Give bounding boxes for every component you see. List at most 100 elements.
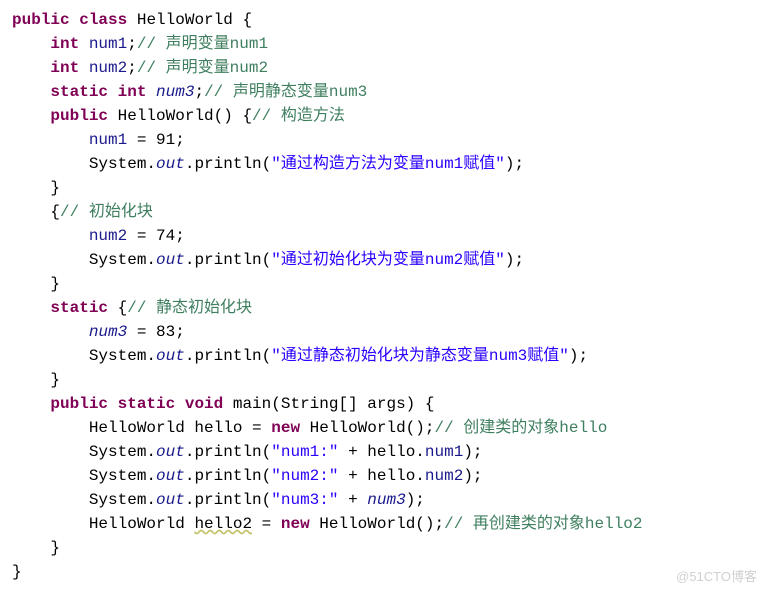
system: System. (89, 155, 156, 173)
line-23: } (12, 539, 60, 557)
line-2: int num1;// 声明变量num1 (12, 35, 268, 53)
line-24: } (12, 563, 22, 581)
line-20: System.out.println("num2:" + hello.num2)… (12, 467, 483, 485)
comment: // 初始化块 (60, 203, 153, 221)
keyword-int: int (50, 59, 79, 77)
brace: } (50, 179, 60, 197)
class-name: HelloWorld (137, 11, 233, 29)
line-19: System.out.println("num1:" + hello.num1)… (12, 443, 483, 461)
out: out (156, 491, 185, 509)
system: System. (89, 251, 156, 269)
brace: } (12, 563, 22, 581)
end: ); (505, 155, 524, 173)
system: System. (89, 467, 156, 485)
comment: // 静态初始化块 (127, 299, 252, 317)
line-13: static {// 静态初始化块 (12, 299, 252, 317)
var-hello2: hello2 (194, 515, 252, 533)
out: out (156, 467, 185, 485)
keyword-int: int (50, 35, 79, 53)
line-5: public HelloWorld() {// 构造方法 (12, 107, 345, 125)
comment: // 构造方法 (252, 107, 345, 125)
brace: { (233, 11, 252, 29)
field-num1: num1 (89, 131, 127, 149)
brace: } (50, 371, 60, 389)
line-14: num3 = 83; (12, 323, 185, 341)
decl: HelloWorld hello = (89, 419, 271, 437)
line-4: static int num3;// 声明静态变量num3 (12, 83, 367, 101)
field-num3: num3 (89, 323, 127, 341)
comment: // 创建类的对象hello (434, 419, 607, 437)
line-1: public class HelloWorld { (12, 11, 252, 29)
plus: + hello. (338, 467, 424, 485)
keyword-void: void (185, 395, 223, 413)
out: out (156, 155, 185, 173)
line-8: } (12, 179, 60, 197)
keyword-int: int (118, 83, 147, 101)
comment: // 声明变量num1 (137, 35, 268, 53)
string: "num1:" (271, 443, 338, 461)
ctor-call: HelloWorld(); (310, 515, 444, 533)
keyword-class: class (79, 11, 127, 29)
field-num3: num3 (156, 83, 194, 101)
decl: HelloWorld (89, 515, 195, 533)
keyword-static: static (118, 395, 176, 413)
string: "通过构造方法为变量num1赋值" (271, 155, 505, 173)
comment: // 声明变量num2 (137, 59, 268, 77)
field-num3: num3 (367, 491, 405, 509)
out: out (156, 347, 185, 365)
line-16: } (12, 371, 60, 389)
semicolon: ; (127, 35, 137, 53)
line-3: int num2;// 声明变量num2 (12, 59, 268, 77)
string: "通过初始化块为变量num2赋值" (271, 251, 505, 269)
brace: } (50, 539, 60, 557)
end: ); (406, 491, 425, 509)
keyword-static: static (50, 299, 108, 317)
string: "num2:" (271, 467, 338, 485)
end: ); (463, 443, 482, 461)
end: ); (569, 347, 588, 365)
line-21: System.out.println("num3:" + num3); (12, 491, 425, 509)
line-12: } (12, 275, 60, 293)
println: .println( (185, 443, 271, 461)
string: "num3:" (271, 491, 338, 509)
line-9: {// 初始化块 (12, 203, 153, 221)
string: "通过静态初始化块为静态变量num3赋值" (271, 347, 569, 365)
brace: } (50, 275, 60, 293)
semicolon: ; (194, 83, 204, 101)
system: System. (89, 347, 156, 365)
assign: = 74; (127, 227, 185, 245)
line-17: public static void main(String[] args) { (12, 395, 434, 413)
keyword-new: new (271, 419, 300, 437)
keyword-new: new (281, 515, 310, 533)
brace: { (108, 299, 127, 317)
comment: // 声明静态变量num3 (204, 83, 367, 101)
println: .println( (185, 347, 271, 365)
line-15: System.out.println("通过静态初始化块为静态变量num3赋值"… (12, 347, 588, 365)
out: out (156, 443, 185, 461)
comment: // 再创建类的对象hello2 (444, 515, 642, 533)
end: ); (463, 467, 482, 485)
ctor-call: HelloWorld(); (300, 419, 434, 437)
line-6: num1 = 91; (12, 131, 185, 149)
line-11: System.out.println("通过初始化块为变量num2赋值"); (12, 251, 524, 269)
assign: = 91; (127, 131, 185, 149)
keyword-public: public (50, 395, 108, 413)
system: System. (89, 443, 156, 461)
assign: = 83; (127, 323, 185, 341)
field-num2: num2 (89, 59, 127, 77)
println: .println( (185, 467, 271, 485)
code-block: public class HelloWorld { int num1;// 声明… (12, 8, 755, 584)
watermark: @51CTO博客 (676, 567, 757, 587)
line-22: HelloWorld hello2 = new HelloWorld();// … (12, 515, 643, 533)
keyword-static: static (50, 83, 108, 101)
plus: + (338, 491, 367, 509)
field-num2: num2 (89, 227, 127, 245)
end: ); (505, 251, 524, 269)
out: out (156, 251, 185, 269)
semicolon: ; (127, 59, 137, 77)
println: .println( (185, 155, 271, 173)
plus: + hello. (338, 443, 424, 461)
main-sig: main(String[] args) { (223, 395, 434, 413)
line-10: num2 = 74; (12, 227, 185, 245)
constructor: HelloWorld() { (118, 107, 252, 125)
